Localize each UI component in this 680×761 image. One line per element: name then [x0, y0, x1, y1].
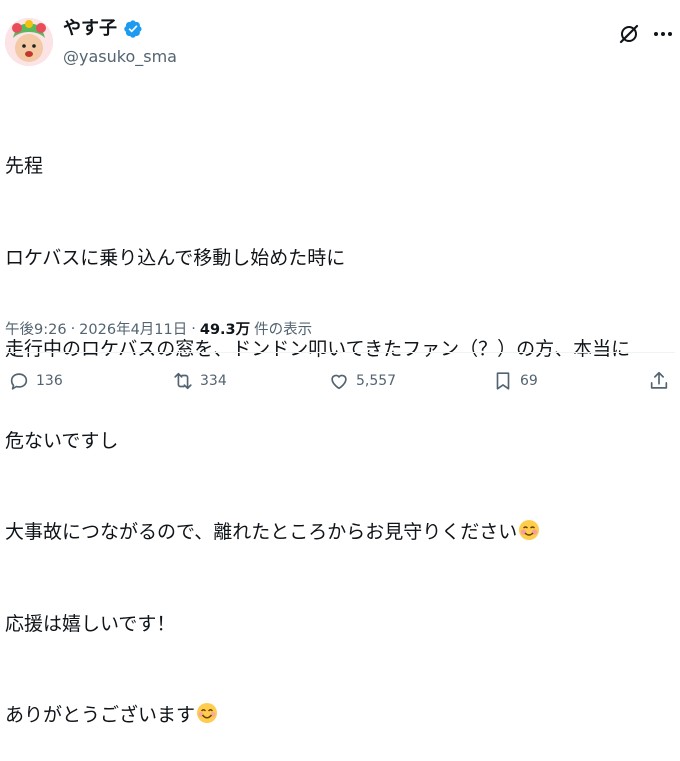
post-time[interactable]: 午後9:26 — [5, 318, 67, 339]
more-icon — [654, 32, 672, 36]
display-name[interactable]: やす子 — [63, 16, 117, 42]
post-line: 応援は嬉しいです！ — [5, 612, 176, 635]
reply-button[interactable]: 136 — [8, 370, 63, 392]
smiling-face-emoji — [197, 703, 218, 723]
bookmark-icon — [496, 372, 510, 390]
share-icon — [650, 371, 668, 389]
grok-button[interactable] — [617, 22, 641, 46]
view-count[interactable]: 49.3万 — [200, 318, 250, 339]
post-line-text: ありがとうございます — [5, 704, 196, 726]
like-count: 5,557 — [356, 373, 397, 389]
reply-count: 136 — [36, 373, 63, 389]
bookmark-count: 69 — [520, 373, 538, 389]
share-button[interactable] — [648, 370, 670, 392]
action-bar: 136 334 5,557 69 — [8, 370, 672, 406]
avatar[interactable] — [5, 18, 53, 66]
post-meta: 午後9:26 · 2026年4月11日 · 49.3万 件の表示 — [5, 318, 312, 339]
view-count-label: 件の表示 — [254, 322, 313, 338]
repost-count: 334 — [200, 373, 227, 389]
post-line-5: 大事故につながるので、離れたところからお見守りください — [5, 517, 675, 548]
post-text: 先程 ロケバスに乗り込んで移動し始めた時に 走行中のロケバスの窓を、ドンドン叩い… — [5, 90, 675, 761]
post-date[interactable]: 2026年4月11日 — [79, 318, 187, 339]
post-line: 危ないですし — [5, 429, 119, 452]
meta-separator: · — [70, 320, 76, 337]
post-line-text: 大事故につながるので、離れたところからお見守りください — [5, 521, 518, 543]
more-button[interactable] — [651, 22, 675, 46]
user-handle[interactable]: @yasuko_sma — [63, 44, 177, 70]
post-line-7: ありがとうございます — [5, 700, 675, 731]
post-header: やす子 @yasuko_sma — [5, 14, 675, 70]
verified-badge-icon — [124, 20, 142, 38]
meta-separator: · — [191, 320, 196, 337]
user-name-block: やす子 @yasuko_sma — [63, 16, 177, 70]
avatar-image — [5, 18, 53, 66]
divider — [5, 352, 675, 353]
repost-icon — [174, 372, 192, 390]
grok-icon — [619, 24, 639, 44]
like-button[interactable]: 5,557 — [328, 370, 396, 392]
smiling-face-with-blush-emoji — [519, 520, 540, 540]
post-line: 先程 — [5, 155, 44, 177]
reply-icon — [10, 373, 28, 390]
heart-icon — [331, 374, 347, 390]
post-line: ロケバスに乗り込んで移動し始めた時に — [5, 246, 346, 269]
repost-button[interactable]: 334 — [172, 370, 227, 392]
bookmark-button[interactable]: 69 — [492, 370, 538, 392]
